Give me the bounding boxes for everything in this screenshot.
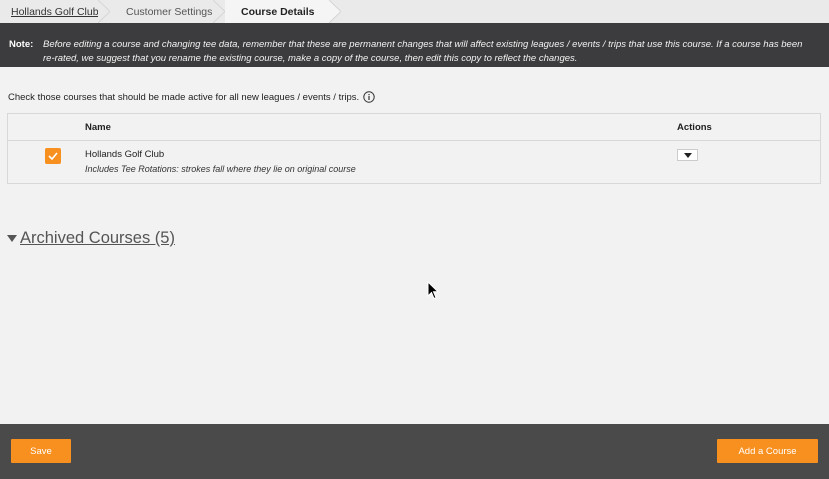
breadcrumb-item-hollands-golf-club[interactable]: Hollands Golf Club — [0, 0, 110, 23]
breadcrumb-separator-icon — [98, 0, 110, 23]
column-header-name: Name — [85, 122, 111, 133]
archived-courses-toggle[interactable]: Archived Courses (5) — [7, 229, 175, 248]
info-icon[interactable] — [363, 91, 375, 103]
note-label: Note: — [9, 39, 34, 50]
course-subtitle: Includes Tee Rotations: strokes fall whe… — [85, 164, 356, 174]
actions-dropdown-button[interactable] — [677, 149, 698, 161]
breadcrumb: Hollands Golf Club Customer Settings Cou… — [0, 0, 829, 23]
breadcrumb-separator-icon — [213, 0, 225, 23]
triangle-down-icon — [7, 235, 17, 242]
footer-bar: Save Add a Course — [0, 424, 829, 479]
course-active-checkbox[interactable] — [45, 148, 61, 164]
courses-table: Name Actions Hollands Golf Club Includes… — [7, 113, 821, 184]
archived-courses-label[interactable]: Archived Courses (5) — [20, 229, 175, 248]
table-header: Name Actions — [8, 114, 820, 141]
add-course-button[interactable]: Add a Course — [717, 439, 818, 463]
caret-down-icon — [683, 152, 692, 158]
breadcrumb-label[interactable]: Customer Settings — [126, 6, 212, 18]
intro-text: Check those courses that should be made … — [8, 91, 360, 103]
breadcrumb-item-customer-settings[interactable]: Customer Settings — [110, 0, 225, 23]
breadcrumb-separator-icon — [329, 0, 341, 23]
breadcrumb-item-course-details: Course Details — [225, 0, 341, 23]
save-button[interactable]: Save — [11, 439, 71, 463]
note-text: Before editing a course and changing tee… — [43, 39, 803, 64]
table-row: Hollands Golf Club Includes Tee Rotation… — [8, 141, 820, 183]
note-banner: Note: Before editing a course and changi… — [0, 23, 829, 67]
check-icon — [48, 152, 58, 160]
breadcrumb-label: Course Details — [241, 5, 315, 18]
course-name: Hollands Golf Club — [85, 149, 165, 160]
breadcrumb-label[interactable]: Hollands Golf Club — [11, 6, 99, 18]
column-header-actions: Actions — [677, 122, 712, 133]
intro-instruction: Check those courses that should be made … — [8, 91, 375, 103]
mouse-pointer-icon — [427, 281, 439, 300]
